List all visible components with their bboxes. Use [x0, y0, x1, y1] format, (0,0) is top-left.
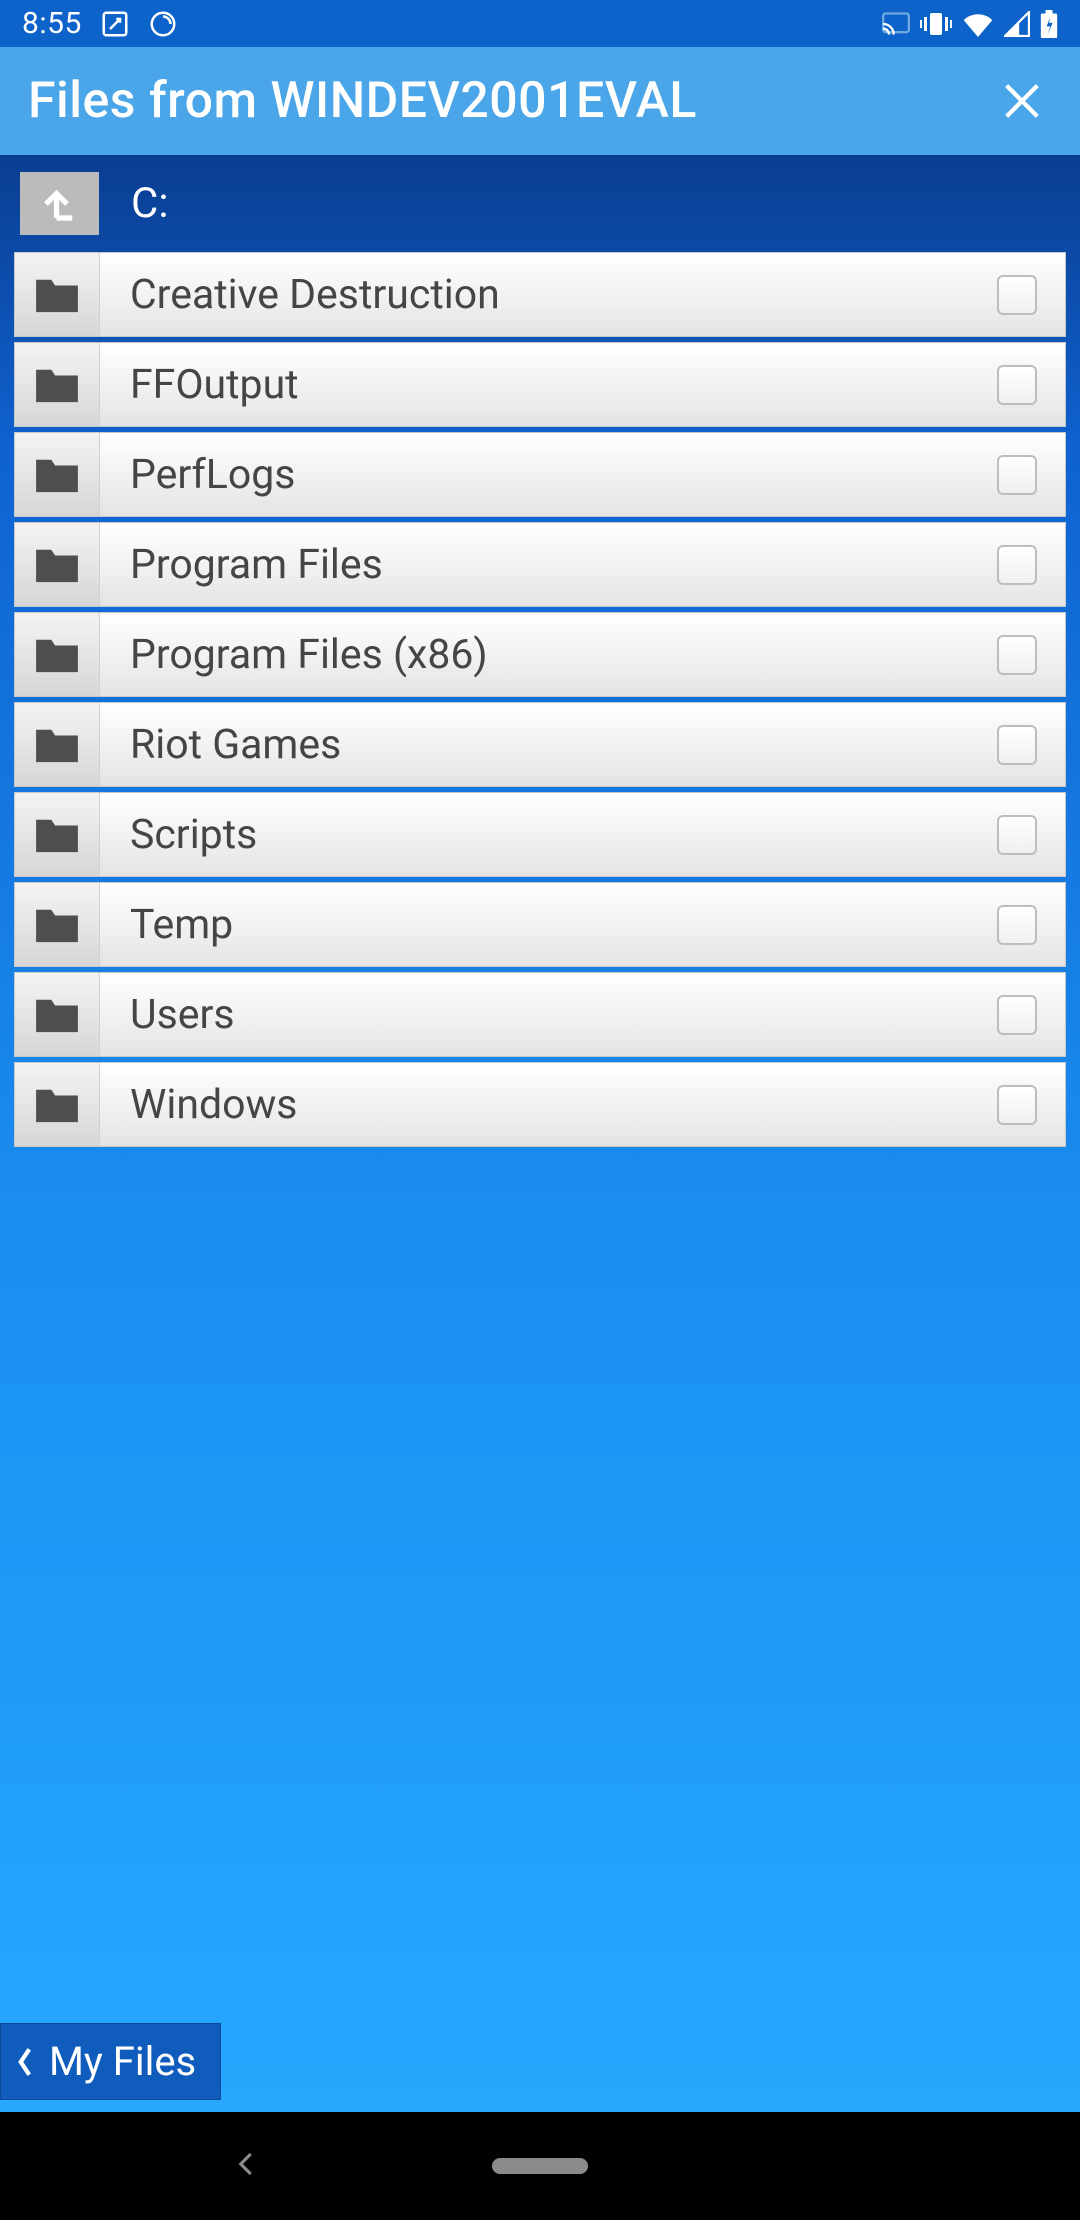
file-row[interactable]: Creative Destruction: [14, 252, 1066, 337]
page-title: Files from WINDEV2001EVAL: [28, 72, 697, 130]
file-checkbox[interactable]: [997, 725, 1037, 765]
status-bar: 8:55: [0, 0, 1080, 47]
folder-icon: [15, 343, 100, 426]
android-nav-bar: [0, 2112, 1080, 2220]
up-arrow-icon: [39, 183, 81, 225]
file-name-label: Creative Destruction: [100, 271, 997, 319]
status-notification-icon-1: [100, 9, 130, 39]
battery-icon: [1040, 10, 1058, 38]
file-name-label: Program Files (x86): [100, 631, 997, 679]
file-name-label: Windows: [100, 1081, 997, 1129]
chevron-left-icon: [232, 2149, 262, 2179]
folder-icon: [15, 883, 100, 966]
file-checkbox[interactable]: [997, 1085, 1037, 1125]
file-list: Creative Destruction FFOutput PerfLogs Prog…: [0, 252, 1080, 1147]
status-notification-icon-2: [148, 9, 178, 39]
folder-icon: [15, 523, 100, 606]
bottom-nav: My Files: [0, 2023, 221, 2100]
file-row[interactable]: Program Files (x86): [14, 612, 1066, 697]
folder-icon: [15, 253, 100, 336]
file-row[interactable]: Scripts: [14, 792, 1066, 877]
file-row[interactable]: Riot Games: [14, 702, 1066, 787]
up-directory-button[interactable]: [20, 172, 99, 235]
vibrate-icon: [920, 11, 952, 37]
my-files-button[interactable]: My Files: [0, 2023, 221, 2100]
folder-icon: [15, 793, 100, 876]
signal-icon: [1004, 11, 1030, 37]
folder-icon: [15, 613, 100, 696]
file-row[interactable]: PerfLogs: [14, 432, 1066, 517]
main-content: C: Creative Destruction FFOutput PerfLogs P…: [0, 155, 1080, 2112]
file-checkbox[interactable]: [997, 995, 1037, 1035]
file-checkbox[interactable]: [997, 365, 1037, 405]
file-checkbox[interactable]: [997, 545, 1037, 585]
current-path-label: C:: [131, 179, 169, 228]
app-header: Files from WINDEV2001EVAL: [0, 47, 1080, 155]
path-row: C:: [0, 155, 1080, 252]
close-button[interactable]: [992, 71, 1052, 131]
file-row[interactable]: Program Files: [14, 522, 1066, 607]
folder-icon: [15, 703, 100, 786]
file-name-label: FFOutput: [100, 361, 997, 409]
file-checkbox[interactable]: [997, 455, 1037, 495]
chevron-left-icon: [15, 2045, 35, 2079]
file-name-label: Scripts: [100, 811, 997, 859]
cast-icon: [882, 12, 910, 36]
file-name-label: Riot Games: [100, 721, 997, 769]
android-back-button[interactable]: [232, 2149, 262, 2183]
file-row[interactable]: FFOutput: [14, 342, 1066, 427]
file-row[interactable]: Temp: [14, 882, 1066, 967]
file-name-label: Program Files: [100, 541, 997, 589]
file-checkbox[interactable]: [997, 815, 1037, 855]
file-row[interactable]: Users: [14, 972, 1066, 1057]
file-checkbox[interactable]: [997, 275, 1037, 315]
file-name-label: Temp: [100, 901, 997, 949]
status-clock: 8:55: [22, 6, 82, 41]
my-files-label: My Files: [49, 2038, 196, 2085]
folder-icon: [15, 1063, 100, 1146]
close-icon: [999, 78, 1045, 124]
file-name-label: Users: [100, 991, 997, 1039]
android-home-pill[interactable]: [492, 2158, 588, 2174]
file-row[interactable]: Windows: [14, 1062, 1066, 1147]
file-checkbox[interactable]: [997, 635, 1037, 675]
wifi-icon: [962, 11, 994, 37]
folder-icon: [15, 973, 100, 1056]
file-checkbox[interactable]: [997, 905, 1037, 945]
folder-icon: [15, 433, 100, 516]
file-name-label: PerfLogs: [100, 451, 997, 499]
